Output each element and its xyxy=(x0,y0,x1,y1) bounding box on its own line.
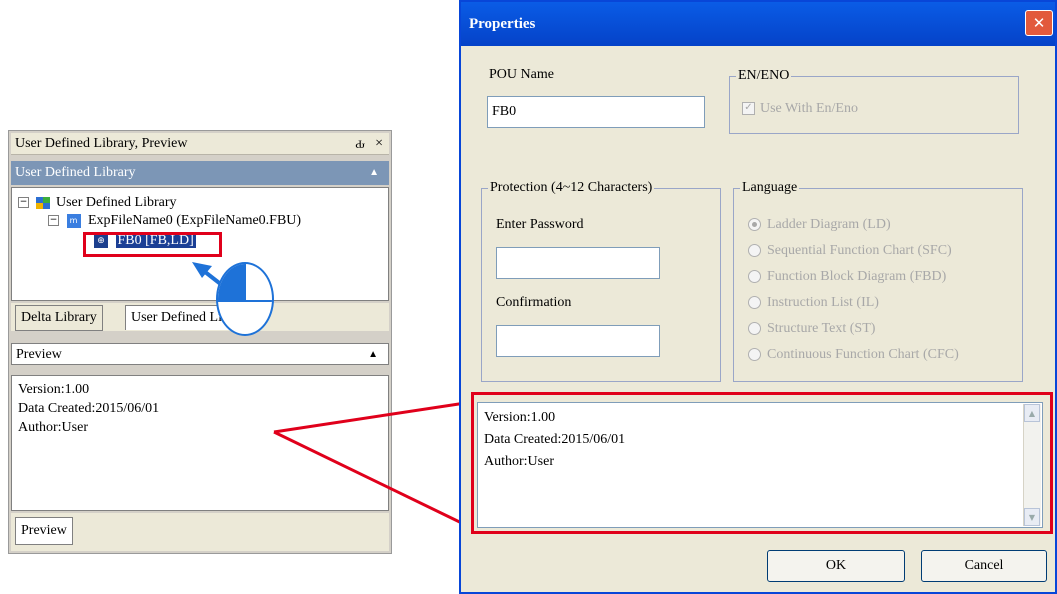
cancel-button[interactable]: Cancel xyxy=(921,550,1047,582)
memo-highlight-box xyxy=(471,392,1053,534)
ok-button[interactable]: OK xyxy=(767,550,905,582)
dialog-title: Properties xyxy=(469,16,536,32)
checkbox-label: Use With En/Eno xyxy=(760,101,858,116)
pou-name-input[interactable]: FB0 xyxy=(487,96,705,128)
radio-icon xyxy=(748,348,761,362)
en-eno-group: EN/ENO ✓ Use With En/Eno xyxy=(729,68,1019,134)
radio-label: Sequential Function Chart (SFC) xyxy=(767,243,952,258)
dialog-close-button[interactable]: ✕ xyxy=(1025,10,1053,36)
radio-st[interactable]: Structure Text (ST) xyxy=(748,319,875,339)
protection-legend: Protection (4~12 Characters) xyxy=(488,180,655,196)
pou-name-label: POU Name xyxy=(489,67,554,82)
checkbox-checked-icon: ✓ xyxy=(742,102,755,116)
radio-icon xyxy=(748,270,761,284)
radio-sfc[interactable]: Sequential Function Chart (SFC) xyxy=(748,241,952,261)
en-eno-legend: EN/ENO xyxy=(736,68,792,84)
dialog-titlebar[interactable]: Properties xyxy=(461,2,1055,46)
enter-password-label: Enter Password xyxy=(496,217,584,232)
close-icon: ✕ xyxy=(1032,14,1046,32)
radio-icon xyxy=(748,296,761,310)
radio-cfc[interactable]: Continuous Function Chart (CFC) xyxy=(748,345,959,365)
radio-label: Structure Text (ST) xyxy=(767,321,876,336)
language-group: Language Ladder Diagram (LD) Sequential … xyxy=(733,180,1023,382)
radio-icon xyxy=(748,322,761,336)
confirmation-input[interactable] xyxy=(496,325,660,357)
radio-icon xyxy=(748,244,761,258)
protection-group: Protection (4~12 Characters) Enter Passw… xyxy=(481,180,721,382)
radio-fbd[interactable]: Function Block Diagram (FBD) xyxy=(748,267,946,287)
radio-label: Continuous Function Chart (CFC) xyxy=(767,347,959,362)
radio-label: Instruction List (IL) xyxy=(767,295,879,310)
enter-password-input[interactable] xyxy=(496,247,660,279)
use-en-eno-checkbox[interactable]: ✓ Use With En/Eno xyxy=(742,101,858,117)
radio-label: Function Block Diagram (FBD) xyxy=(767,269,947,284)
radio-ladder-diagram[interactable]: Ladder Diagram (LD) xyxy=(748,215,891,235)
properties-dialog: Properties ✕ POU Name FB0 EN/ENO ✓ Use Wi… xyxy=(459,0,1057,594)
language-legend: Language xyxy=(740,180,800,196)
radio-il[interactable]: Instruction List (IL) xyxy=(748,293,879,313)
radio-label: Ladder Diagram (LD) xyxy=(767,217,891,232)
radio-selected-icon xyxy=(748,218,761,232)
confirmation-label: Confirmation xyxy=(496,295,572,310)
